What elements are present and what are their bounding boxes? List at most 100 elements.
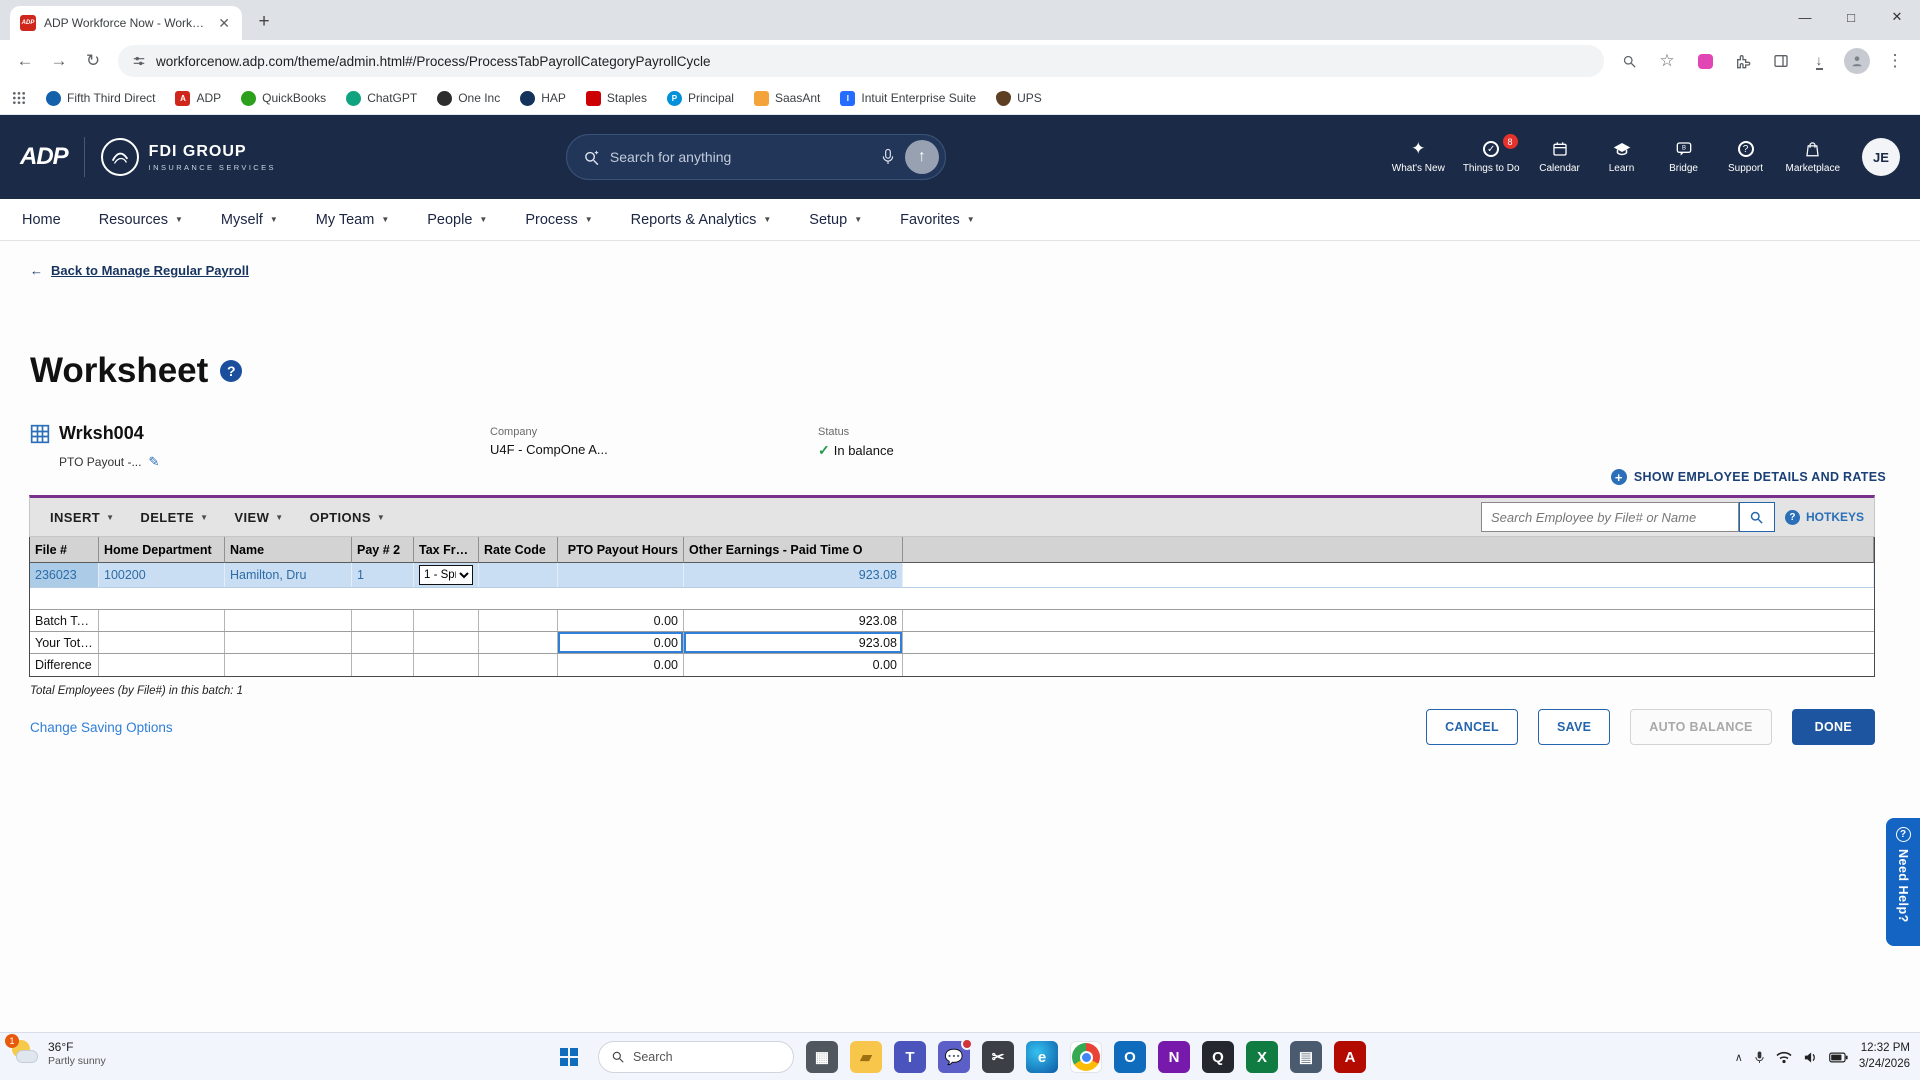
insert-menu[interactable]: INSERT▼ <box>40 498 124 536</box>
user-avatar[interactable]: JE <box>1862 138 1900 176</box>
hotkeys-button[interactable]: ? HOTKEYS <box>1785 510 1864 525</box>
bridge-button[interactable]: B Bridge <box>1662 140 1706 174</box>
file-explorer-icon[interactable]: ▰ <box>850 1041 882 1073</box>
profile-avatar-icon[interactable] <box>1840 44 1874 78</box>
done-button[interactable]: DONE <box>1792 709 1875 745</box>
edge-icon[interactable]: e <box>1026 1041 1058 1073</box>
cell-file-number[interactable]: 236023 <box>30 563 99 587</box>
bookmark-one-inc[interactable]: One Inc <box>437 91 500 106</box>
bookmark-star-icon[interactable]: ☆ <box>1650 44 1684 78</box>
task-view-icon[interactable]: ▦ <box>806 1041 838 1073</box>
volume-icon[interactable] <box>1803 1051 1818 1064</box>
forward-icon[interactable]: → <box>42 44 76 78</box>
whats-new-button[interactable]: ✦ What's New <box>1392 140 1445 174</box>
back-icon[interactable]: ← <box>8 44 42 78</box>
bookmark-staples[interactable]: Staples <box>586 91 647 106</box>
onenote-icon[interactable]: N <box>1158 1041 1190 1073</box>
view-menu[interactable]: VIEW▼ <box>224 498 293 536</box>
downloads-icon[interactable]: ↓ <box>1802 44 1836 78</box>
side-panel-icon[interactable] <box>1764 44 1798 78</box>
teams-icon[interactable]: T <box>894 1041 926 1073</box>
bookmark-hap[interactable]: HAP <box>520 91 566 106</box>
nav-people[interactable]: People▼ <box>427 212 487 228</box>
nav-myself[interactable]: Myself▼ <box>221 212 278 228</box>
browser-menu-icon[interactable]: ⋮ <box>1878 44 1912 78</box>
nav-home[interactable]: Home <box>22 212 61 228</box>
show-employee-details-link[interactable]: + SHOW EMPLOYEE DETAILS AND RATES <box>1611 469 1886 485</box>
bookmark-saasant[interactable]: SaasAnt <box>754 91 820 106</box>
extensions-puzzle-icon[interactable] <box>1726 44 1760 78</box>
cancel-button[interactable]: CANCEL <box>1426 709 1518 745</box>
options-menu[interactable]: OPTIONS▼ <box>300 498 396 536</box>
calculator-icon[interactable]: ▤ <box>1290 1041 1322 1073</box>
employee-search-input[interactable] <box>1481 502 1739 532</box>
browser-tab[interactable]: ADP ADP Workforce Now - Workshe... ✕ <box>10 6 242 40</box>
edit-pencil-icon[interactable]: ✎ <box>148 454 159 470</box>
taskbar-search[interactable] <box>598 1041 794 1073</box>
nav-my-team[interactable]: My Team▼ <box>316 212 389 228</box>
nav-setup[interactable]: Setup▼ <box>809 212 862 228</box>
close-icon[interactable]: ✕ <box>1874 0 1920 34</box>
bookmark-fifth-third[interactable]: Fifth Third Direct <box>46 91 155 106</box>
nav-reports-analytics[interactable]: Reports & Analytics▼ <box>631 212 772 228</box>
site-settings-icon[interactable] <box>132 54 146 68</box>
bookmark-adp[interactable]: AADP <box>175 91 221 106</box>
nav-process[interactable]: Process▼ <box>525 212 592 228</box>
need-help-tab[interactable]: ? Need Help? <box>1886 818 1920 946</box>
wifi-icon[interactable] <box>1776 1051 1792 1064</box>
nav-favorites[interactable]: Favorites▼ <box>900 212 975 228</box>
global-search-input[interactable] <box>610 149 871 165</box>
teams-chat-icon[interactable]: 💬 <box>938 1041 970 1073</box>
support-button[interactable]: ? Support <box>1724 140 1768 174</box>
tax-frequency-select[interactable]: 1 - Spr <box>419 565 473 585</box>
cell-other-earnings[interactable]: 923.08 <box>684 563 903 587</box>
chrome-icon[interactable] <box>1070 1041 1102 1073</box>
taskbar-search-input[interactable] <box>633 1050 763 1064</box>
snipping-tool-icon[interactable]: ✂ <box>982 1041 1014 1073</box>
cell-home-department[interactable]: 100200 <box>99 563 225 587</box>
global-search[interactable]: ↑ <box>566 134 946 180</box>
tab-close-icon[interactable]: ✕ <box>216 14 232 32</box>
battery-icon[interactable] <box>1829 1052 1848 1063</box>
back-to-payroll-link[interactable]: ← Back to Manage Regular Payroll <box>30 263 249 278</box>
bookmark-intuit[interactable]: IIntuit Enterprise Suite <box>840 91 976 106</box>
minimize-icon[interactable]: — <box>1782 0 1828 34</box>
acrobat-icon[interactable]: A <box>1334 1041 1366 1073</box>
calendar-button[interactable]: Calendar <box>1538 140 1582 174</box>
cell-pto-payout-hours[interactable] <box>558 563 684 587</box>
maximize-icon[interactable]: □ <box>1828 0 1874 34</box>
hidden-icons-chevron[interactable]: ∧ <box>1735 1051 1743 1064</box>
employee-search-button[interactable] <box>1739 502 1775 532</box>
nav-resources[interactable]: Resources▼ <box>99 212 183 228</box>
bookmark-chatgpt[interactable]: ChatGPT <box>346 91 417 106</box>
apps-grid-icon[interactable] <box>12 91 26 105</box>
taskbar-clock[interactable]: 12:32 PM 3/24/2026 <box>1859 1041 1910 1072</box>
marketplace-button[interactable]: Marketplace <box>1786 140 1840 174</box>
things-to-do-button[interactable]: 8 ✓ Things to Do <box>1463 140 1520 174</box>
learn-button[interactable]: Learn <box>1600 140 1644 174</box>
bookmark-principal[interactable]: PPrincipal <box>667 91 734 106</box>
your-totals-other-earnings[interactable]: 923.08 <box>684 632 903 653</box>
start-button[interactable] <box>552 1040 586 1074</box>
cell-name[interactable]: Hamilton, Dru <box>225 563 352 587</box>
excel-icon[interactable]: X <box>1246 1041 1278 1073</box>
bookmark-quickbooks[interactable]: QuickBooks <box>241 91 326 106</box>
change-saving-options-link[interactable]: Change Saving Options <box>30 720 173 735</box>
cell-pay-2[interactable]: 1 <box>352 563 414 587</box>
omnibox[interactable]: workforcenow.adp.com/theme/admin.html#/P… <box>118 45 1604 77</box>
delete-menu[interactable]: DELETE▼ <box>130 498 218 536</box>
pinned-extension-icon[interactable] <box>1688 44 1722 78</box>
cell-rate-code[interactable] <box>479 563 558 587</box>
search-submit-icon[interactable]: ↑ <box>905 140 939 174</box>
quickbooks-desktop-icon[interactable]: Q <box>1202 1041 1234 1073</box>
microphone-icon[interactable] <box>881 148 895 166</box>
refresh-icon[interactable]: ↻ <box>76 44 110 78</box>
worksheet-help-icon[interactable]: ? <box>220 360 242 382</box>
save-button[interactable]: SAVE <box>1538 709 1610 745</box>
weather-widget[interactable]: 1 36°F Partly sunny <box>10 1038 106 1068</box>
bookmark-ups[interactable]: UPS <box>996 91 1042 106</box>
outlook-icon[interactable]: O <box>1114 1041 1146 1073</box>
new-tab-button[interactable]: + <box>250 8 278 36</box>
your-totals-pto-hours[interactable]: 0.00 <box>558 632 684 653</box>
find-icon[interactable] <box>1612 44 1646 78</box>
